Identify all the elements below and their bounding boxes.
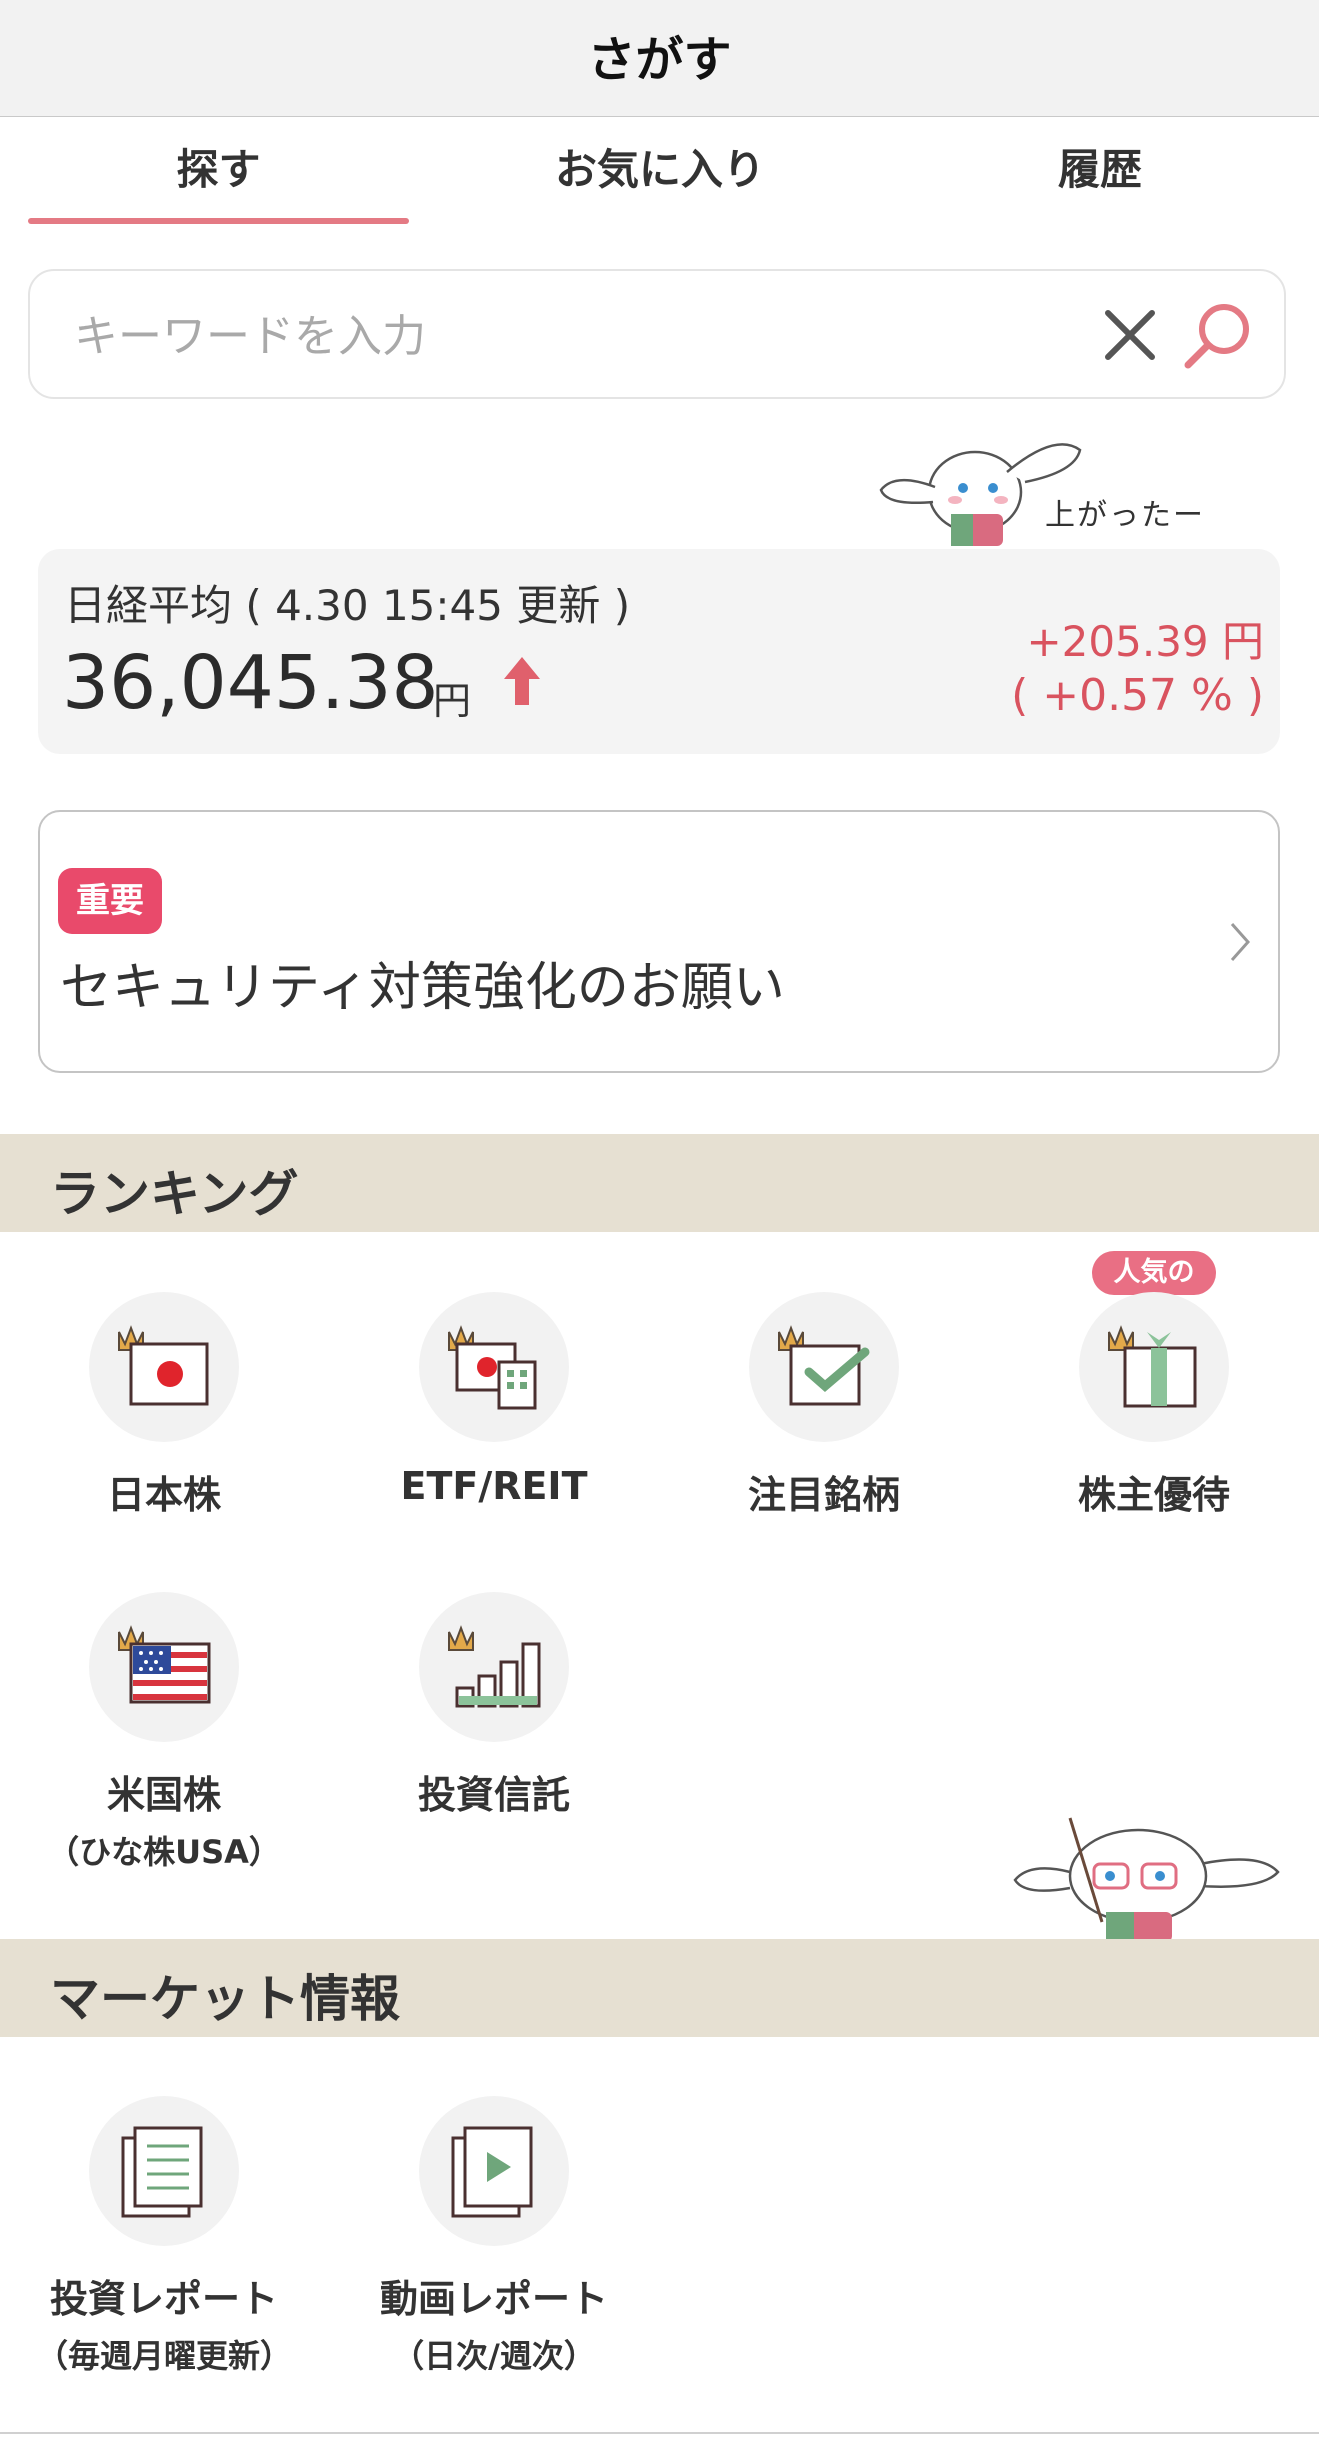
ranking-item-etf-reit[interactable]: ETF/REIT — [344, 1292, 644, 1508]
video-icon — [451, 2126, 533, 2218]
ranking-section-header: ランキング — [0, 1134, 1319, 1232]
ranking-label: 米国株 — [106, 1773, 221, 1817]
index-title: 日経平均 ( 4.30 15:45 更新 ) — [64, 581, 631, 630]
checkbox-icon — [778, 1325, 870, 1406]
market-label: 動画レポート — [379, 2277, 608, 2321]
tab-search[interactable]: 探す — [28, 140, 409, 230]
market-label: 投資レポート — [49, 2277, 278, 2321]
japan-flag-icon — [118, 1325, 209, 1406]
page-title: さがす — [587, 32, 732, 88]
search-icon[interactable] — [1180, 299, 1254, 373]
ranking-label: 注目銘柄 — [747, 1473, 900, 1517]
tab-favorites[interactable]: お気に入り — [460, 140, 860, 230]
building-icon — [448, 1325, 537, 1410]
market-sublabel: （毎週月曜更新） — [35, 2337, 292, 2375]
chevron-right-icon — [1230, 923, 1251, 961]
market-sublabel: （日次/週次） — [392, 2337, 596, 2375]
index-change: +205.39 円 — [1026, 617, 1264, 666]
mascot-teacher-illustration — [1013, 1817, 1280, 1942]
bottom-divider — [0, 2432, 1319, 2434]
ranking-label: 日本株 — [106, 1473, 221, 1517]
index-change-percent: ( +0.57 % ) — [1011, 670, 1264, 721]
index-value: 36,045.38 — [62, 640, 439, 726]
gift-icon — [1108, 1325, 1197, 1408]
mascot-bubble-text: 上がったー — [1045, 498, 1205, 533]
popular-badge: 人気の — [1092, 1251, 1216, 1307]
section-title: マーケット情報 — [50, 1970, 400, 2028]
ranking-item-shareholder-benefits[interactable]: 株主優待 — [1004, 1292, 1304, 1519]
market-item-video-report[interactable]: 動画レポート （日次/週次） — [344, 2096, 644, 2377]
bar-chart-icon — [448, 1625, 541, 1708]
ranking-item-japan-stocks[interactable]: 日本株 — [14, 1292, 314, 1519]
important-badge: 重要 — [58, 868, 162, 934]
document-icon — [121, 2126, 203, 2218]
market-section-header: マーケット情報 — [0, 1939, 1319, 2037]
section-title: ランキング — [50, 1165, 299, 1223]
app-header: さがす — [0, 0, 1319, 117]
ranking-label: 株主優待 — [1077, 1473, 1230, 1517]
index-unit: 円 — [433, 679, 472, 723]
ranking-item-featured[interactable]: 注目銘柄 — [674, 1292, 974, 1519]
us-flag-icon — [118, 1625, 211, 1704]
clear-icon[interactable] — [1102, 307, 1158, 363]
notice-card[interactable] — [38, 810, 1280, 1073]
ranking-item-us-stocks[interactable]: 米国株 （ひな株USA） — [14, 1592, 314, 1873]
tab-history[interactable]: 履歴 — [950, 140, 1250, 230]
market-item-investment-report[interactable]: 投資レポート （毎週月曜更新） — [14, 2096, 314, 2377]
ranking-label: 投資信託 — [417, 1773, 570, 1817]
up-arrow-icon — [504, 657, 540, 705]
active-tab-indicator — [28, 218, 409, 224]
search-box — [28, 269, 1286, 399]
ranking-item-mutual-funds[interactable]: 投資信託 — [344, 1592, 644, 1819]
notice-text: セキュリティ対策強化のお願い — [60, 958, 785, 1018]
ranking-sublabel: （ひな株USA） — [47, 1833, 281, 1871]
ranking-label: ETF/REIT — [400, 1464, 588, 1508]
search-input[interactable] — [72, 301, 1056, 371]
